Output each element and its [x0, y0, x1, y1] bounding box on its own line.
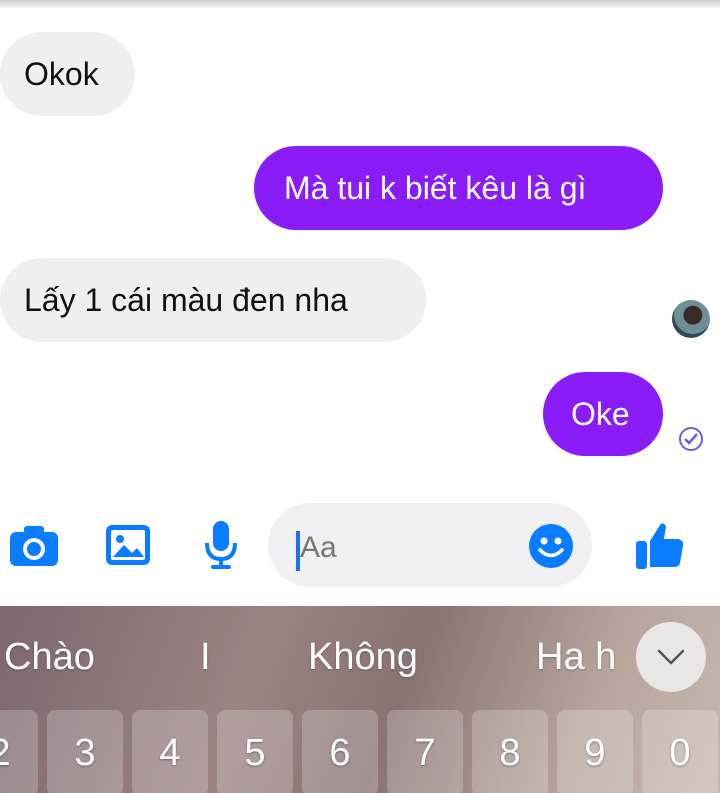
top-bar	[0, 0, 720, 8]
suggestion-khong[interactable]: Không	[308, 634, 418, 680]
key-9[interactable]: 9	[557, 710, 633, 793]
collapse-keyboard-button[interactable]	[636, 622, 706, 692]
message-bubble-incoming[interactable]: Lấy 1 cái màu đen nha	[0, 258, 426, 342]
thumbs-up-icon[interactable]	[634, 519, 686, 571]
message-input-placeholder: Aa	[300, 531, 337, 564]
key-4[interactable]: 4	[132, 710, 208, 793]
key-6[interactable]: 6	[302, 710, 378, 793]
read-receipt-avatar	[672, 300, 710, 338]
emoji-icon[interactable]	[527, 522, 575, 570]
suggestion-i[interactable]: I	[200, 634, 211, 680]
message-bubble-outgoing[interactable]: Oke	[543, 372, 663, 456]
image-icon[interactable]	[104, 523, 152, 567]
key-8[interactable]: 8	[472, 710, 548, 793]
camera-icon[interactable]	[8, 524, 60, 568]
suggestion-chao[interactable]: Chào	[4, 634, 95, 680]
message-bubble-outgoing[interactable]: Mà tui k biết kêu là gì	[254, 146, 663, 230]
message-bubble-incoming[interactable]: Okok	[0, 32, 135, 116]
microphone-icon[interactable]	[202, 519, 240, 571]
key-7[interactable]: 7	[387, 710, 463, 793]
suggestion-ha[interactable]: Ha h	[536, 634, 632, 680]
key-5[interactable]: 5	[217, 710, 293, 793]
key-0[interactable]: 0	[642, 710, 718, 793]
sent-check-icon	[679, 427, 703, 451]
key-2[interactable]: 2	[0, 710, 38, 793]
keyboard[interactable]: Chào I Không Ha h 2 3 4 5 6 7 8 9 0	[0, 606, 720, 793]
chevron-down-icon	[657, 649, 685, 665]
key-3[interactable]: 3	[47, 710, 123, 793]
